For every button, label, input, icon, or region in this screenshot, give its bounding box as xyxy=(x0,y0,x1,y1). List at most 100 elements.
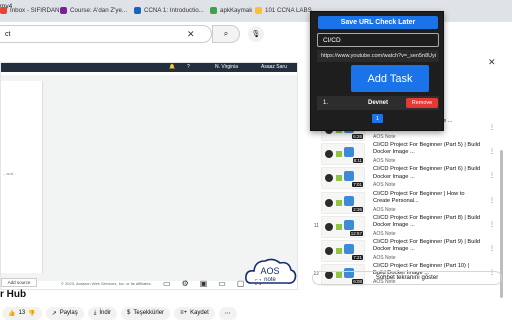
channel-name[interactable]: AOS Note xyxy=(373,231,396,237)
kebab-menu-icon[interactable]: ⋮ xyxy=(489,124,495,131)
folder-icon xyxy=(255,7,262,14)
arrow-icon xyxy=(336,151,342,158)
playlist-item[interactable]: 7:21 CI/CD Project For Beginner (Part 9)… xyxy=(312,239,498,263)
bookmark-course[interactable]: Course: A'dan Z'ye... xyxy=(60,7,127,14)
aws-copyright: © 2023, Amazon Web Services, Inc. or its… xyxy=(61,281,152,286)
github-icon xyxy=(325,174,333,183)
kebab-menu-icon[interactable]: ⋮ xyxy=(489,221,495,228)
extension-popup: Save URL Check Later CI/CD https://www.y… xyxy=(310,11,444,131)
channel-name[interactable]: AOS Note xyxy=(373,158,396,164)
remove-task-button[interactable]: Remove xyxy=(406,98,438,108)
search-button[interactable]: ⌕ xyxy=(212,25,240,43)
close-playlist-icon[interactable]: ✕ xyxy=(488,57,496,68)
playlist-item[interactable]: 11 12:57 CI/CD Project For Beginner (Par… xyxy=(312,215,498,239)
item-number: 11 xyxy=(313,222,319,229)
arrow-icon xyxy=(336,247,342,254)
video-thumbnail[interactable]: 7:01 xyxy=(321,167,365,190)
video-item-title[interactable]: CI/CD Project For Beginner | How to Crea… xyxy=(373,191,483,205)
show-chat-button[interactable]: Sohbet tekranını göster xyxy=(312,271,502,285)
task-row: 1. Devnet Remove xyxy=(317,96,439,110)
share-button[interactable]: ↗ Paylaş xyxy=(45,306,84,320)
console-add-source-button: Add source xyxy=(1,278,37,287)
video-thumbnail[interactable]: 7:21 xyxy=(321,239,365,262)
aws-user: Asaaz Saru xyxy=(261,64,287,70)
duration: 6:26 xyxy=(352,134,363,139)
cast-icon[interactable]: ▢ xyxy=(237,279,245,288)
github-icon xyxy=(325,246,333,255)
help-icon: ? xyxy=(187,64,190,70)
duration: 2:36 xyxy=(352,206,363,212)
video-thumbnail[interactable]: 12:57 xyxy=(321,215,365,238)
search-value: ct xyxy=(5,30,11,38)
console-text: ...and... xyxy=(3,171,17,176)
channel-name[interactable]: AOS Note xyxy=(373,255,396,261)
cisco-icon xyxy=(134,7,141,14)
video-item-title[interactable]: CI/CD Project For Beginner (Part 6) | Bu… xyxy=(373,166,483,180)
kebab-menu-icon[interactable]: ⋮ xyxy=(489,148,495,155)
kebab-menu-icon[interactable]: ⋮ xyxy=(489,245,495,252)
mail-icon xyxy=(0,7,7,14)
voice-search-button[interactable]: 🎙 xyxy=(248,26,264,42)
docker-icon xyxy=(344,219,354,230)
task-title: Devnet xyxy=(368,100,389,106)
bookmark-ccna[interactable]: CCNA 1: Introductio... xyxy=(134,7,204,14)
download-button[interactable]: ⤓ İndir xyxy=(87,306,118,320)
video-thumbnail[interactable]: 2:36 xyxy=(321,191,365,214)
playlist-list: 6:26 (Part 4) | Build Docker Image ... A… xyxy=(312,118,498,287)
playlist-item[interactable]: 2:36 CI/CD Project For Beginner | How to… xyxy=(312,191,498,215)
thanks-button[interactable]: $ Teşekkürler xyxy=(121,306,171,320)
channel-name[interactable]: AOS Note xyxy=(373,207,396,213)
console-panel: ...and... xyxy=(1,81,43,273)
video-player[interactable]: 🔔 ? N. Virginia Asaaz Saru ...and... Add… xyxy=(0,62,298,290)
download-icon: ⤓ xyxy=(93,309,97,316)
arrow-icon xyxy=(336,223,342,230)
video-item-title[interactable]: CI/CD Project For Beginner (Part 8) | Bu… xyxy=(373,215,483,229)
url-field[interactable]: https://www.youtube.com/watch?v=_sen5n8U… xyxy=(317,50,439,62)
playlist-item[interactable]: 7:01 CI/CD Project For Beginner (Part 6)… xyxy=(312,166,498,190)
add-task-button[interactable]: Add Task xyxy=(351,65,429,92)
like-count: 13 xyxy=(18,310,26,316)
fullscreen-icon[interactable]: ⛶ xyxy=(255,278,261,288)
playlist-item[interactable]: 8:11 CI/CD Project For Beginner (Part 5)… xyxy=(312,142,498,166)
captions-icon[interactable]: ▭ xyxy=(163,279,171,288)
bookmark-ccna-labs[interactable]: 101 CCNA LABS xyxy=(255,7,312,14)
github-icon xyxy=(325,198,333,207)
github-icon xyxy=(325,150,333,159)
bookmark-inbox[interactable]: Inbox - SIFIRDAN... xyxy=(0,7,65,14)
search-input[interactable]: ct ✕ xyxy=(0,25,212,43)
video-thumbnail[interactable]: 8:11 xyxy=(321,143,365,166)
page-button[interactable]: 1 xyxy=(372,114,383,123)
course-icon xyxy=(60,7,67,14)
save-button[interactable]: ≡+ Kaydet xyxy=(174,306,215,320)
duration: 7:01 xyxy=(352,182,363,188)
kebab-menu-icon[interactable]: ⋮ xyxy=(489,172,495,179)
more-actions-button[interactable]: ⋯ xyxy=(218,306,237,320)
miniplayer-icon[interactable]: ▣ xyxy=(200,279,208,288)
docker-icon xyxy=(344,171,354,182)
video-actions: 👍 13 👎 ↗ Paylaş ⤓ İndir $ Teşekkürler ≡+… xyxy=(2,306,237,320)
playlist-add-icon: ≡+ xyxy=(180,310,188,316)
clear-search-icon[interactable]: ✕ xyxy=(187,26,195,42)
arrow-icon xyxy=(336,175,342,182)
dollar-icon: $ xyxy=(127,310,131,316)
video-title: r Hub xyxy=(0,289,27,300)
save-url-button[interactable]: Save URL Check Later xyxy=(318,16,438,29)
duration: 12:57 xyxy=(349,230,363,236)
task-input[interactable]: CI/CD xyxy=(317,33,439,47)
like-button[interactable]: 👍 13 👎 xyxy=(2,306,42,320)
channel-name[interactable]: AOS Note xyxy=(373,134,396,140)
apk-icon xyxy=(210,7,217,14)
aws-region: N. Virginia xyxy=(215,64,238,70)
settings-icon[interactable]: ⚙ xyxy=(182,279,189,288)
share-icon: ↗ xyxy=(51,310,57,317)
aws-console: ...and... Add source xyxy=(1,75,297,287)
video-item-title[interactable]: CI/CD Project For Beginner (Part 5) | Bu… xyxy=(373,142,483,156)
microphone-icon: 🎙 xyxy=(251,31,261,38)
bookmark-apk[interactable]: apkKaymak xyxy=(210,7,252,14)
kebab-menu-icon[interactable]: ⋮ xyxy=(489,197,495,204)
notification-icon: 🔔 xyxy=(169,64,176,70)
channel-name[interactable]: AOS Note xyxy=(373,182,396,188)
video-item-title[interactable]: CI/CD Project For Beginner (Part 9) | Bu… xyxy=(373,239,483,253)
theater-icon[interactable]: ▭ xyxy=(218,279,226,288)
thumbs-down-icon[interactable]: 👎 xyxy=(28,310,35,317)
